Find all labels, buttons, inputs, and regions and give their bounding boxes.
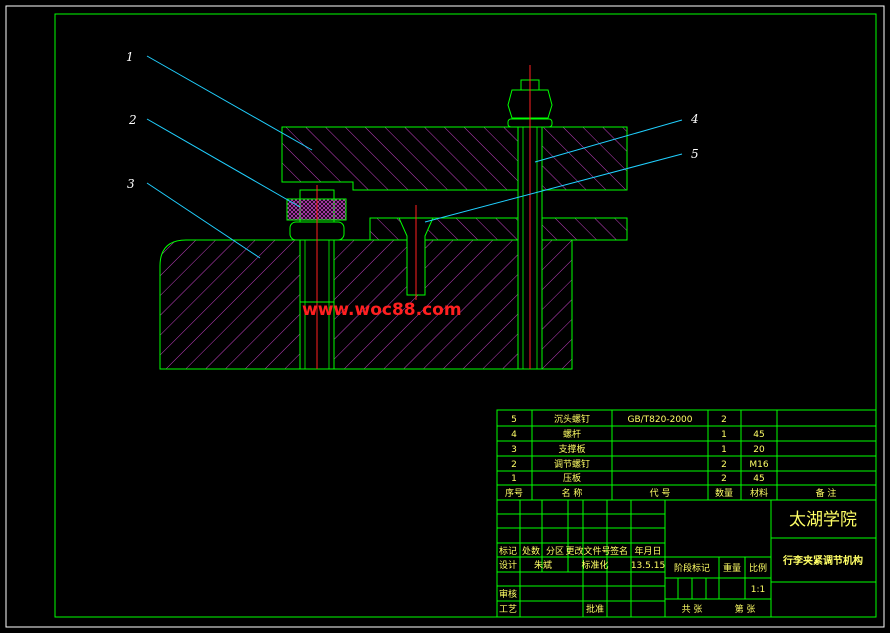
leader-1 (146, 55, 313, 151)
rev-header-date: 年月日 (634, 545, 661, 557)
part-material: 45 (753, 474, 764, 484)
scale-value: 1:1 (751, 585, 765, 595)
part-material: M16 (749, 460, 768, 470)
part-name: 螺杆 (563, 428, 581, 440)
rev-header-zone: 分区 (546, 546, 564, 557)
design-label: 设计 (499, 559, 517, 571)
part-material: 45 (753, 430, 764, 440)
callout-3: 3 (127, 177, 135, 191)
leader-2 (146, 118, 301, 208)
part-no: 5 (511, 415, 517, 425)
part-no: 1 (511, 474, 517, 484)
design-date: 13.5.15 (631, 561, 665, 571)
callout-5: 5 (691, 147, 699, 161)
weight-label: 重量 (723, 562, 741, 574)
part-qty: 2 (721, 474, 727, 484)
school-name: 太湖学院 (789, 510, 857, 530)
scale-label: 比例 (749, 562, 767, 574)
header-no: 序号 (505, 487, 523, 499)
part-qty: 1 (721, 445, 727, 455)
rev-header-count: 处数 (522, 545, 540, 557)
header-material: 材料 (750, 487, 768, 499)
callout-4: 4 (690, 112, 699, 126)
drawing-title: 行李夹紧调节机构 (782, 554, 863, 567)
header-qty: 数量 (715, 487, 733, 499)
sheet-no-label: 第 张 (735, 603, 756, 615)
rev-header-doc: 更改文件号 (565, 545, 610, 557)
rev-header-mark: 标记 (499, 545, 517, 557)
callout-2: 2 (128, 113, 137, 127)
rev-header-sign: 签名 (610, 545, 628, 557)
part-no: 3 (511, 445, 517, 455)
approve-label: 批准 (586, 603, 604, 615)
designer-name: 朱斌 (534, 559, 552, 571)
header-code: 代 号 (650, 488, 671, 499)
pressing-plate (281, 126, 628, 191)
part-qty: 2 (721, 415, 727, 425)
callout-1: 1 (126, 50, 134, 64)
part-code: GB/T820-2000 (627, 415, 692, 425)
part-qty: 1 (721, 430, 727, 440)
part-name: 压板 (563, 472, 581, 484)
part-name: 支撑板 (558, 443, 585, 455)
sheets-total-label: 共 张 (682, 604, 703, 615)
standard-label: 标准化 (581, 559, 608, 571)
part-name: 沉头螺钉 (554, 414, 590, 425)
review-label: 审核 (499, 588, 517, 600)
part-name: 调节螺钉 (554, 459, 590, 470)
header-note: 备 注 (816, 487, 837, 499)
process-label: 工艺 (499, 604, 517, 615)
cad-drawing: 1 2 3 4 5 www.woc88.com 5 沉头螺钉 GB/T820-2… (5, 5, 885, 628)
header-name: 名 称 (562, 487, 583, 499)
part-material: 20 (753, 445, 765, 455)
watermark: www.woc88.com (302, 300, 462, 320)
stage-label: 阶段标记 (674, 562, 710, 574)
part-no: 4 (511, 430, 517, 440)
assembly-view (159, 65, 628, 370)
part-no: 2 (511, 460, 517, 470)
part-qty: 2 (721, 460, 727, 470)
